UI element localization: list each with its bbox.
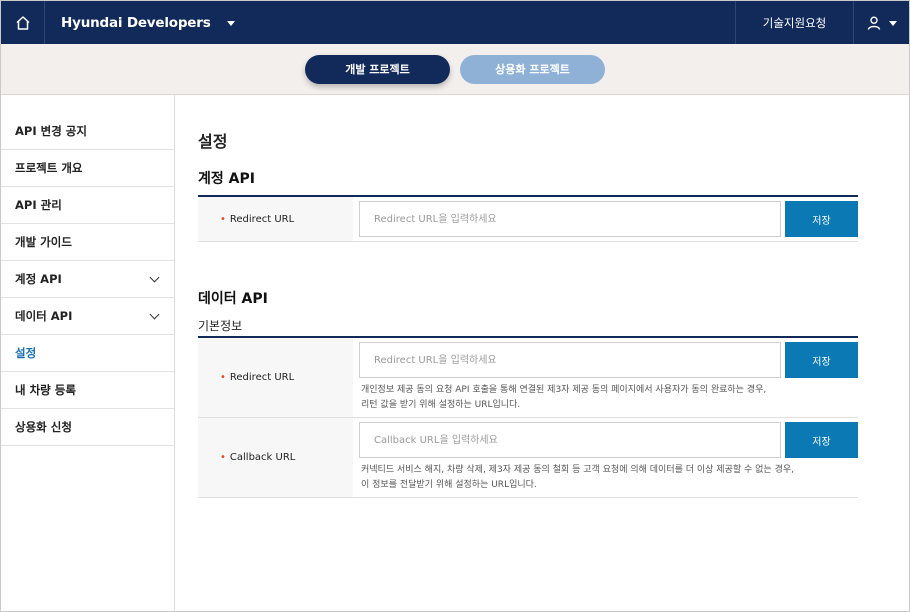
sidebar-item-label: 내 차량 등록: [15, 383, 76, 397]
sidebar-item-data-api[interactable]: 데이터 API: [1, 298, 174, 335]
help-text-line: 개인정보 제공 동의 요청 API 호출을 통해 연결된 제3자 제공 동의 페…: [361, 385, 767, 395]
user-menu-button[interactable]: [853, 1, 909, 44]
sidebar-item-label: API 관리: [15, 198, 62, 212]
home-button[interactable]: [1, 1, 45, 44]
brand-name: Hyundai Developers: [61, 14, 211, 31]
tab-commercial-project-label: 상용화 프로젝트: [495, 63, 570, 76]
section-subtitle-basic-info: 기본정보: [198, 319, 243, 333]
sidebar-item-api-management[interactable]: API 관리: [1, 187, 174, 224]
section-title-account-api: 계정 API: [198, 171, 255, 187]
account-redirect-url-input[interactable]: [359, 201, 781, 237]
form-row-data-callback: • Callback URL 저장 커넥티드 서비스 해지, 차량 삭제, 제3…: [198, 418, 858, 498]
data-api-form: • Redirect URL 저장 개인정보 제공 동의 요청 API 호출을 …: [198, 336, 858, 498]
brand-selector[interactable]: Hyundai Developers: [45, 1, 235, 44]
help-text-line: 리턴 값을 받기 위해 설정하는 URL입니다.: [361, 400, 521, 410]
support-request-label: 기술지원요청: [762, 15, 827, 30]
sidebar: API 변경 공지 프로젝트 개요 API 관리 개발 가이드 계정 API 데…: [1, 95, 175, 611]
app-frame: Hyundai Developers 기술지원요청 개발 프로젝트 상용화 프로…: [0, 0, 910, 612]
sidebar-item-label: 설정: [15, 346, 37, 360]
field-label: • Callback URL: [198, 418, 353, 497]
sidebar-item-label: 데이터 API: [15, 309, 73, 323]
field-label-text: Callback URL: [229, 452, 296, 463]
sidebar-item-label: 개발 가이드: [15, 235, 72, 249]
chevron-down-icon: [226, 20, 235, 26]
tab-dev-project[interactable]: 개발 프로젝트: [305, 54, 450, 84]
field-cell: 저장: [353, 197, 858, 241]
sidebar-item-api-notice[interactable]: API 변경 공지: [1, 113, 174, 150]
sidebar-item-project-overview[interactable]: 프로젝트 개요: [1, 150, 174, 187]
required-dot: •: [220, 452, 226, 463]
page-title: 설정: [198, 132, 228, 151]
project-switcher: 개발 프로젝트 상용화 프로젝트: [1, 44, 909, 95]
tab-dev-project-label: 개발 프로젝트: [345, 63, 410, 76]
field-cell: 저장 개인정보 제공 동의 요청 API 호출을 통해 연결된 제3자 제공 동…: [353, 338, 858, 417]
sidebar-item-label: 프로젝트 개요: [15, 161, 83, 175]
form-row-account-redirect: • Redirect URL 저장: [198, 197, 858, 242]
data-redirect-save-button[interactable]: 저장: [785, 342, 858, 378]
sidebar-item-label: API 변경 공지: [15, 124, 87, 138]
required-dot: •: [220, 213, 226, 225]
account-redirect-save-button[interactable]: 저장: [785, 201, 858, 237]
sidebar-item-account-api[interactable]: 계정 API: [1, 261, 174, 298]
sidebar-item-label: 계정 API: [15, 272, 62, 286]
help-text: 개인정보 제공 동의 요청 API 호출을 통해 연결된 제3자 제공 동의 페…: [359, 383, 858, 413]
help-text-line: 이 정보를 전달받기 위해 설정하는 URL입니다.: [361, 480, 537, 490]
required-dot: •: [220, 372, 226, 383]
sidebar-item-my-vehicle[interactable]: 내 차량 등록: [1, 372, 174, 409]
chevron-down-icon: [149, 309, 160, 319]
sidebar-item-dev-guide[interactable]: 개발 가이드: [1, 224, 174, 261]
section-title-data-api: 데이터 API: [198, 291, 268, 307]
field-label-text: Redirect URL: [229, 372, 295, 383]
field-label: • Redirect URL: [198, 338, 353, 417]
data-callback-save-button[interactable]: 저장: [785, 422, 858, 458]
field-label-text: Redirect URL: [229, 213, 295, 225]
tab-commercial-project[interactable]: 상용화 프로젝트: [460, 54, 605, 84]
data-redirect-url-input[interactable]: [359, 342, 781, 378]
support-request-button[interactable]: 기술지원요청: [735, 1, 853, 44]
data-callback-url-input[interactable]: [359, 422, 781, 458]
chevron-down-icon: [888, 20, 897, 26]
field-cell: 저장 커넥티드 서비스 해지, 차량 삭제, 제3자 제공 동의 철회 등 고객…: [353, 418, 858, 497]
help-text-line: 커넥티드 서비스 해지, 차량 삭제, 제3자 제공 동의 철회 등 고객 요청…: [361, 465, 794, 475]
sidebar-item-label: 상용화 신청: [15, 420, 72, 434]
user-icon: [867, 15, 880, 30]
home-icon: [15, 15, 30, 30]
account-api-form: • Redirect URL 저장: [198, 195, 858, 242]
chevron-down-icon: [149, 272, 160, 282]
top-navigation-bar: Hyundai Developers 기술지원요청: [1, 1, 909, 44]
sidebar-item-commercial-apply[interactable]: 상용화 신청: [1, 409, 174, 446]
help-text: 커넥티드 서비스 해지, 차량 삭제, 제3자 제공 동의 철회 등 고객 요청…: [359, 463, 858, 493]
sidebar-item-settings[interactable]: 설정: [1, 335, 174, 372]
form-row-data-redirect: • Redirect URL 저장 개인정보 제공 동의 요청 API 호출을 …: [198, 338, 858, 418]
field-label: • Redirect URL: [198, 197, 353, 241]
